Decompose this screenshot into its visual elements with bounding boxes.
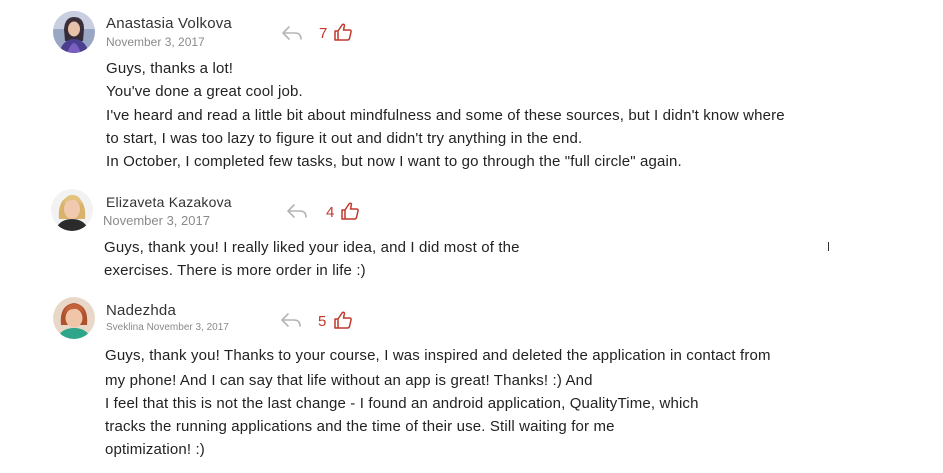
comment-text-line: I feel that this is not the last change … <box>105 395 699 412</box>
like-count: 5 <box>318 313 327 330</box>
thumbs-up-icon[interactable] <box>333 310 353 330</box>
reply-icon[interactable] <box>286 203 308 219</box>
comment-date: November 3, 2017 <box>106 35 205 49</box>
author-name[interactable]: Nadezhda <box>106 302 176 319</box>
avatar[interactable] <box>53 297 95 339</box>
thumbs-up-icon[interactable] <box>340 201 360 221</box>
reply-icon[interactable] <box>281 25 303 41</box>
comment-text-line: optimization! :) <box>105 441 205 458</box>
comment-date: Sveklina November 3, 2017 <box>106 322 229 333</box>
comment-text-line: Guys, thanks a lot! <box>106 60 234 77</box>
reply-icon[interactable] <box>280 312 302 328</box>
comment-text-line: tracks the running applications and the … <box>105 418 615 435</box>
comment-date: November 3, 2017 <box>103 213 210 228</box>
like-count: 7 <box>319 25 328 42</box>
thumbs-up-icon[interactable] <box>333 22 353 42</box>
text-cursor-mark <box>828 242 829 251</box>
avatar[interactable] <box>51 189 93 231</box>
comment-text-line: In October, I completed few tasks, but n… <box>106 153 682 170</box>
comment-text-line: I've heard and read a little bit about m… <box>106 107 785 124</box>
comment-text-line: exercises. There is more order in life :… <box>104 262 366 279</box>
like-count: 4 <box>326 204 335 221</box>
avatar[interactable] <box>53 11 95 53</box>
author-name[interactable]: Elizaveta Kazakova <box>106 194 232 210</box>
comment-text-line: You've done a great cool job. <box>106 83 303 100</box>
comment-text-line: to start, I was too lazy to figure it ou… <box>106 130 583 147</box>
comment-text-line: Guys, thank you! I really liked your ide… <box>104 239 520 256</box>
comment-text-line: Guys, thank you! Thanks to your course, … <box>105 347 771 364</box>
comment-text-line: my phone! And I can say that life withou… <box>105 372 593 389</box>
author-name[interactable]: Anastasia Volkova <box>106 15 232 32</box>
